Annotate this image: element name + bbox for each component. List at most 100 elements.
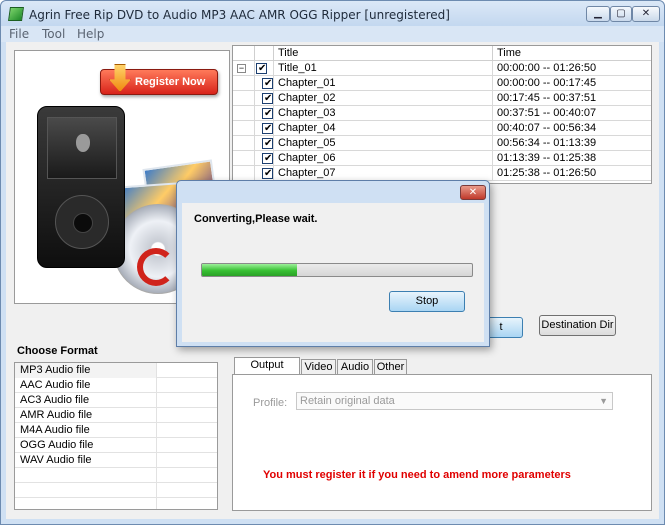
expander-cell <box>233 121 255 136</box>
row-checkbox[interactable] <box>262 137 273 151</box>
row-title: Title_01 <box>274 61 493 76</box>
expander-cell <box>233 166 255 181</box>
title-chapter-grid[interactable]: Title Time − Title_01 00:00:00 -- 01:26:50… <box>232 45 652 184</box>
main-window: Agrin Free Rip DVD to Audio MP3 AAC AMR … <box>0 0 665 525</box>
format-item-label <box>15 498 157 509</box>
expander-cell <box>233 151 255 166</box>
profile-label: Profile: <box>253 397 288 409</box>
chapter-row[interactable]: Chapter_07 01:25:38 -- 01:26:50 <box>233 166 651 181</box>
chapter-row[interactable]: Chapter_01 00:00:00 -- 00:17:45 <box>233 76 651 91</box>
format-item-label: AC3 Audio file <box>15 393 157 408</box>
destination-dir-button[interactable]: Destination Dir <box>539 315 616 336</box>
title-bar[interactable]: Agrin Free Rip DVD to Audio MP3 AAC AMR … <box>1 1 664 27</box>
format-item[interactable]: M4A Audio file <box>15 423 217 438</box>
format-item[interactable]: AMR Audio file <box>15 408 217 423</box>
format-list[interactable]: MP3 Audio file AAC Audio file AC3 Audio fi… <box>14 362 218 510</box>
row-time: 00:17:45 -- 00:37:51 <box>497 92 597 104</box>
row-checkbox[interactable] <box>262 152 273 166</box>
converting-dialog: ✕ Converting,Please wait. Stop <box>176 180 490 347</box>
collapse-icon[interactable]: − <box>237 64 246 73</box>
header-time[interactable]: Time <box>493 46 651 61</box>
format-item[interactable]: MP3 Audio file <box>15 363 217 378</box>
menu-bar: File Tool Help <box>1 26 664 42</box>
row-time: 01:13:39 -- 01:25:38 <box>497 152 597 164</box>
row-checkbox[interactable] <box>262 122 273 136</box>
row-title: Chapter_07 <box>274 166 493 181</box>
format-item-label <box>15 483 157 498</box>
window-title: Agrin Free Rip DVD to Audio MP3 AAC AMR … <box>29 8 450 22</box>
refresh-icon <box>137 248 175 286</box>
expander-cell <box>233 106 255 121</box>
row-title: Chapter_01 <box>274 76 493 91</box>
row-title: Chapter_03 <box>274 106 493 121</box>
chapter-row[interactable]: Chapter_05 00:56:34 -- 01:13:39 <box>233 136 651 151</box>
format-item-label: AMR Audio file <box>15 408 157 423</box>
format-item[interactable]: OGG Audio file <box>15 438 217 453</box>
format-item[interactable]: AAC Audio file <box>15 378 217 393</box>
chapter-row[interactable]: Chapter_04 00:40:07 -- 00:56:34 <box>233 121 651 136</box>
grid-header: Title Time <box>233 46 651 61</box>
format-item[interactable]: AC3 Audio file <box>15 393 217 408</box>
expander-cell <box>233 91 255 106</box>
format-item[interactable]: WAV Audio file <box>15 453 217 468</box>
click-wheel <box>55 195 109 249</box>
chapter-row[interactable]: Chapter_03 00:37:51 -- 00:40:07 <box>233 106 651 121</box>
check-cell <box>255 151 274 166</box>
expander-cell: − <box>233 61 255 76</box>
close-button[interactable]: ✕ <box>632 6 660 22</box>
row-checkbox[interactable] <box>262 167 273 181</box>
register-warning: You must register it if you need to amen… <box>263 469 571 481</box>
click-wheel-center <box>73 213 93 233</box>
dialog-close-button[interactable]: ✕ <box>460 185 486 200</box>
stop-button[interactable]: Stop <box>389 291 465 312</box>
converting-message: Converting,Please wait. <box>194 213 318 225</box>
check-cell <box>255 166 274 181</box>
ipod-screen <box>47 117 117 179</box>
expander-cell <box>233 76 255 91</box>
header-title[interactable]: Title <box>274 46 493 61</box>
check-cell <box>255 91 274 106</box>
row-checkbox[interactable] <box>262 107 273 121</box>
ipod-image <box>37 106 125 268</box>
format-item-label: AAC Audio file <box>15 378 157 393</box>
row-time: 00:00:00 -- 01:26:50 <box>497 62 597 74</box>
register-now-label: Register Now <box>135 76 206 88</box>
chapter-row[interactable]: Chapter_02 00:17:45 -- 00:37:51 <box>233 91 651 106</box>
chapter-row[interactable]: Chapter_06 01:13:39 -- 01:25:38 <box>233 151 651 166</box>
download-arrow-icon <box>109 64 131 92</box>
format-item-label: WAV Audio file <box>15 453 157 468</box>
chevron-down-icon: ▼ <box>599 396 608 406</box>
apple-logo-icon <box>76 134 90 152</box>
row-title: Chapter_02 <box>274 91 493 106</box>
row-checkbox[interactable] <box>262 92 273 106</box>
row-checkbox[interactable] <box>262 77 273 91</box>
check-cell <box>255 76 274 91</box>
expander-cell <box>233 136 255 151</box>
app-icon <box>8 7 24 21</box>
row-time: 00:37:51 -- 00:40:07 <box>497 107 597 119</box>
tab-video[interactable]: Video <box>301 359 336 375</box>
minimize-button[interactable]: ▁ <box>586 6 610 22</box>
tab-output-format[interactable]: Output format <box>234 357 300 385</box>
menu-help[interactable]: Help <box>77 27 104 41</box>
row-time: 00:00:00 -- 00:17:45 <box>497 77 597 89</box>
register-now-button[interactable]: Register Now <box>100 64 218 95</box>
tab-other[interactable]: Other <box>374 359 407 375</box>
menu-file[interactable]: File <box>9 27 29 41</box>
check-cell <box>255 121 274 136</box>
row-checkbox[interactable] <box>256 62 267 76</box>
check-cell <box>255 106 274 121</box>
profile-value: Retain original data <box>300 395 395 407</box>
profile-select[interactable]: Retain original data ▼ <box>296 392 613 410</box>
menu-tool[interactable]: Tool <box>42 27 65 41</box>
progress-fill <box>202 264 297 276</box>
format-item-label: MP3 Audio file <box>15 363 157 378</box>
title-row[interactable]: − Title_01 00:00:00 -- 01:26:50 <box>233 61 651 76</box>
tab-audio[interactable]: Audio <box>337 359 373 375</box>
dialog-body: Converting,Please wait. Stop <box>182 203 484 342</box>
row-title: Chapter_05 <box>274 136 493 151</box>
check-cell <box>255 136 274 151</box>
maximize-button[interactable]: ▢ <box>610 6 632 22</box>
format-item-empty <box>15 498 217 509</box>
row-title: Chapter_04 <box>274 121 493 136</box>
